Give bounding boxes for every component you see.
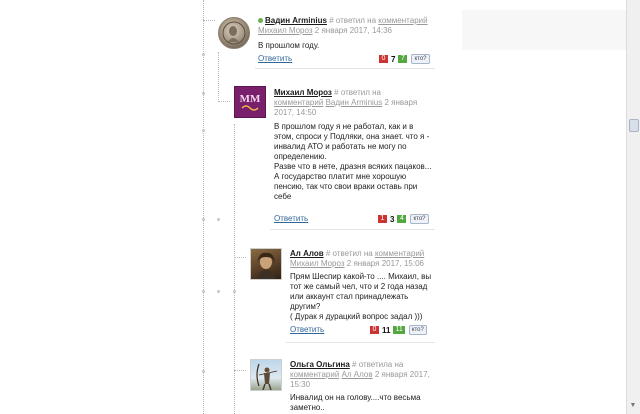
comment-divider [270,229,435,230]
portrait-icon [257,252,275,279]
thread-connector [234,257,246,258]
reply-prefix: # ответил на [325,249,373,258]
comment-divider [286,342,435,343]
comment-header: Вадин Arminius # ответил на комментарий … [258,16,438,36]
reply-target-author[interactable]: Ал Алов [342,370,373,379]
comment-text: В прошлом году я не работал, как и в это… [274,122,432,201]
reply-prefix: # ответил на [329,16,377,25]
thread-line [218,52,219,102]
page-margin-left [0,0,160,414]
vote-plus-button[interactable]: 7 [398,55,408,63]
comment-date: 2 января 2017, 14:36 [314,26,392,35]
reply-prefix: # ответила на [352,360,404,369]
avatar[interactable]: MM [234,86,266,118]
thread-dot [217,218,220,221]
reply-target-link[interactable]: комментарий [274,98,323,107]
reply-prefix: # ответил на [334,88,381,97]
reply-button[interactable]: Ответить [274,214,308,223]
avatar[interactable] [218,17,250,49]
archer-icon [256,363,278,391]
thread-connector [234,370,246,371]
comment-text: Инвалид он на голову....что весьма замет… [290,393,421,412]
scroll-down-arrow-icon[interactable]: ▼ [628,401,638,411]
vote-plus-button[interactable]: 4 [397,215,407,223]
right-panel [434,0,626,414]
online-status-icon [258,18,263,24]
who-voted-button[interactable]: кто? [408,325,427,335]
author-link[interactable]: Вадин Arminius [265,16,327,25]
thread-line [203,0,204,414]
vote-total: 11 [382,325,391,335]
vote-panel: 0 11 11 кто? [370,325,427,335]
thread-dot [202,53,205,56]
reply-target-author[interactable]: Вадин Arminius [326,98,383,107]
comment-header: Михаил Мороз # ответил на комментарий Ва… [274,88,434,118]
thread-connector [203,20,215,21]
author-link[interactable]: Михаил Мороз [274,88,332,97]
vote-minus-button[interactable]: 0 [379,55,388,63]
svg-text:MM: MM [240,93,261,105]
reply-target-link[interactable]: комментарий [378,16,427,25]
vote-total: 7 [391,54,396,64]
thread-dot [202,92,205,95]
comment-header: Ольга Ольгина # ответила на комментарий … [290,360,435,390]
thread-dot [202,129,205,132]
comment-divider [255,68,435,69]
scrollbar-thumb[interactable] [629,119,639,132]
reply-target-author[interactable]: Михаил Мороз [258,26,313,35]
vote-minus-button[interactable]: 1 [378,215,387,223]
comment-date: 2 января 2017, 15:06 [346,259,424,268]
comment-text: В прошлом году. [258,41,320,50]
reply-button[interactable]: Ответить [290,325,324,334]
comment-text: Прям Шеспир какой-то .... Михаил, вы тот… [290,272,432,321]
right-panel-strip [462,10,626,50]
vote-total: 3 [390,214,395,224]
thread-dot [233,290,236,293]
author-link[interactable]: Ольга Ольгина [290,360,350,369]
vote-panel: 1 3 4 кто? [378,214,429,224]
reply-target-author[interactable]: Михаил Мороз [290,259,345,268]
coin-profile-icon [222,21,246,45]
who-voted-button[interactable]: кто? [411,54,430,64]
reply-target-link[interactable]: комментарий [375,249,424,258]
who-voted-button[interactable]: кто? [410,214,429,224]
avatar[interactable] [250,359,282,391]
thread-dot [202,370,205,373]
thread-dot [217,290,220,293]
reply-button[interactable]: Ответить [258,54,292,63]
thread-dot [202,218,205,221]
avatar[interactable] [250,248,282,280]
comment-header: Ал Алов # ответил на комментарий Михаил … [290,249,435,269]
author-link[interactable]: Ал Алов [290,249,324,258]
vote-panel: 0 7 7 кто? [379,54,430,64]
vertical-scrollbar[interactable] [626,0,640,414]
vote-minus-button[interactable]: 0 [370,326,379,334]
thread-dot [202,290,205,293]
thread-connector [218,101,230,102]
reply-target-link[interactable]: комментарий [290,370,339,379]
mm-logo-icon: MM [240,93,261,111]
vote-plus-button[interactable]: 11 [393,326,405,334]
